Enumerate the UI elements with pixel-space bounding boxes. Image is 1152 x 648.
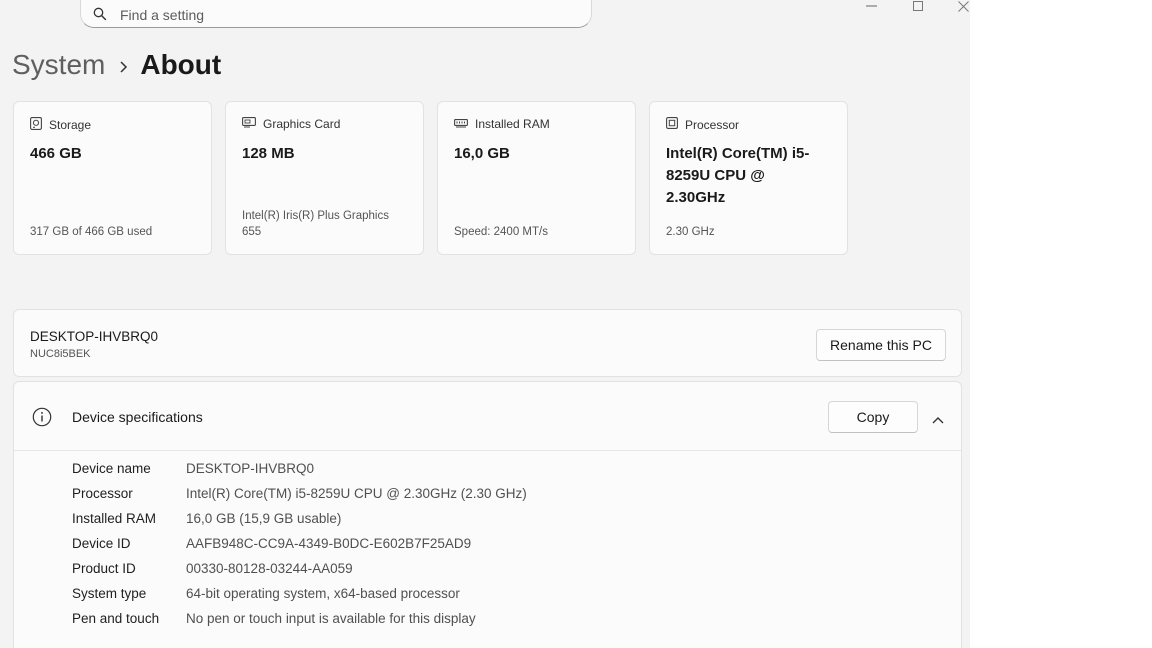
spec-value: DESKTOP-IHVBRQ0 [186,461,315,476]
spec-label: Installed RAM [72,511,157,526]
storage-card[interactable]: Storage 466 GB 317 GB of 466 GB used [13,101,212,255]
minimize-button[interactable] [866,5,878,19]
device-specifications-list: Device name DESKTOP-IHVBRQ0 Processor Inte… [72,461,527,636]
storage-value: 466 GB [30,145,82,162]
spec-value: No pen or touch input is available for t… [186,611,476,626]
device-specifications-header[interactable]: Device specifications Copy [14,382,961,451]
spec-row: Pen and touch No pen or touch input is av… [72,611,527,636]
spec-value: 64-bit operating system, x64-based proce… [186,586,460,601]
spec-row: Installed RAM 16,0 GB (15,9 GB usable) [72,511,527,536]
spec-row: Processor Intel(R) Core(TM) i5-8259U CPU … [72,486,527,511]
spec-label: Device ID [72,536,131,551]
spec-value: Intel(R) Core(TM) i5-8259U CPU @ 2.30GHz… [186,486,527,501]
pc-name-panel: DESKTOP-IHVBRQ0 NUC8i5BEK Rename this PC [13,309,962,377]
graphics-card-model: Intel(R) Iris(R) Plus Graphics 655 [242,210,389,238]
settings-window: Find a setting System About Storage 466 … [0,0,970,648]
ram-icon [454,117,475,131]
device-specifications-title: Device specifications [72,409,203,425]
processor-card[interactable]: Processor Intel(R) Core(TM) i5-8259U CPU… [649,101,848,255]
graphics-card-card[interactable]: Graphics Card 128 MB Intel(R) Iris(R) Pl… [225,101,424,255]
spec-label: Pen and touch [72,611,160,626]
info-icon [32,407,52,432]
installed-ram-label: Installed RAM [475,117,550,131]
spec-label: Processor [72,486,133,501]
breadcrumb-system-link[interactable]: System [12,47,105,83]
search-box[interactable]: Find a setting [80,0,592,28]
storage-icon [30,117,49,133]
search-icon [93,7,107,26]
spec-row: System type 64-bit operating system, x64-… [72,586,527,611]
storage-label: Storage [49,118,92,132]
spec-value: 16,0 GB (15,9 GB usable) [186,511,342,526]
search-input[interactable]: Find a setting [120,7,204,23]
spec-label: System type [72,586,147,601]
processor-label: Processor [685,117,740,132]
spec-row: Device ID AAFB948C-CC9A-4349-B0DC-E602B7F… [72,536,527,561]
spec-value: AAFB948C-CC9A-4349-B0DC-E602B7F25AD9 [186,536,472,551]
rename-pc-button[interactable]: Rename this PC [816,329,946,361]
processor-speed: 2.30 GHz [666,226,715,238]
spec-row: Device name DESKTOP-IHVBRQ0 [72,461,527,486]
graphics-card-label: Graphics Card [263,117,341,131]
spec-label: Product ID [72,561,136,576]
chevron-up-icon[interactable] [932,411,944,429]
breadcrumb: System About [12,47,221,83]
pc-name: DESKTOP-IHVBRQ0 [30,329,159,344]
chevron-right-icon [119,47,128,83]
maximize-button[interactable] [913,1,923,15]
processor-icon [666,117,685,132]
close-button[interactable] [958,1,969,15]
copy-button[interactable]: Copy [828,401,918,433]
installed-ram-value: 16,0 GB [454,145,510,162]
processor-value: Intel(R) Core(TM) i5-8259U CPU @ 2.30GHz [666,145,810,206]
ram-speed: Speed: 2400 MT/s [454,226,548,238]
pc-model: NUC8i5BEK [30,348,91,360]
spec-label: Device name [72,461,151,476]
storage-usage: 317 GB of 466 GB used [30,226,153,238]
spec-value: 00330-80128-03244-AA059 [186,561,353,576]
page-title: About [140,49,222,80]
graphics-card-icon [242,117,263,131]
spec-row: Product ID 00330-80128-03244-AA059 [72,561,527,586]
graphics-card-value: 128 MB [242,145,295,162]
installed-ram-card[interactable]: Installed RAM 16,0 GB Speed: 2400 MT/s [437,101,636,255]
